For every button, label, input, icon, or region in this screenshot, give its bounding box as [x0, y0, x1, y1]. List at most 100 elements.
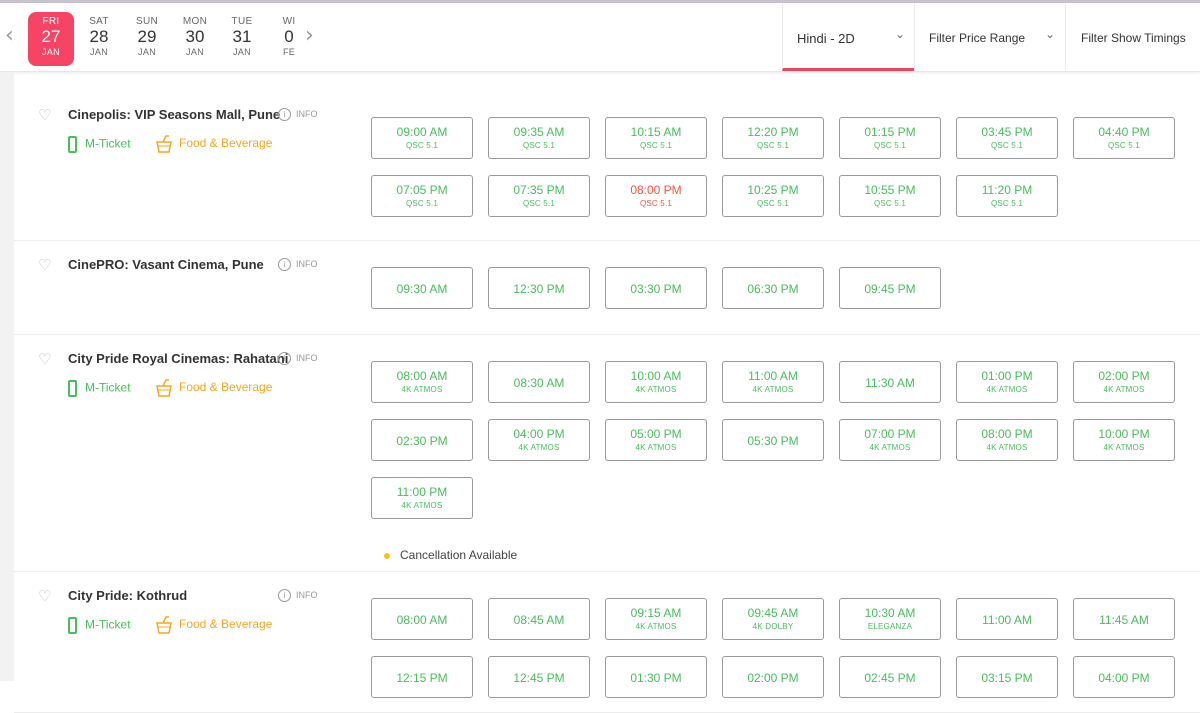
mticket-feature: M-Ticket [68, 136, 131, 153]
prev-date-icon[interactable]: ‹ [5, 23, 14, 48]
date-day: 27 [41, 27, 61, 46]
showtime-button[interactable]: 09:15 AM 4K ATMOS [605, 598, 707, 640]
showtime-button[interactable]: 04:00 PM [1073, 656, 1175, 698]
showtime-format: ELEGANZA [867, 622, 913, 631]
showtime-button[interactable]: 08:00 AM [371, 598, 473, 640]
showtime-button[interactable]: 03:15 PM [956, 656, 1058, 698]
showtime-button[interactable]: 08:00 AM 4K ATMOS [371, 361, 473, 403]
showtime-button[interactable]: 10:00 AM 4K ATMOS [605, 361, 707, 403]
mticket-label: M-Ticket [85, 136, 131, 151]
showtime-button[interactable]: 02:30 PM [371, 419, 473, 461]
venue-info-button[interactable]: i INFO [278, 352, 318, 365]
showtime-time: 04:00 PM [513, 427, 565, 441]
showtime-button[interactable]: 01:15 PM QSC 5.1 [839, 117, 941, 159]
showtime-button[interactable]: 04:00 PM 4K ATMOS [488, 419, 590, 461]
showtime-button[interactable]: 12:20 PM QSC 5.1 [722, 117, 824, 159]
showtime-button[interactable]: 10:25 PM QSC 5.1 [722, 175, 824, 217]
showtime-button[interactable]: 11:00 AM 4K ATMOS [722, 361, 824, 403]
showtime-button[interactable]: 02:45 PM [839, 656, 941, 698]
showtime-button[interactable]: 02:00 PM 4K ATMOS [1073, 361, 1175, 403]
showtime-time: 09:00 AM [396, 125, 448, 139]
venue-name[interactable]: Cinepolis: VIP Seasons Mall, Pune [68, 107, 280, 122]
mticket-label: M-Ticket [85, 617, 131, 632]
date-weekday: WI [282, 16, 296, 27]
showtime-button[interactable]: 04:40 PM QSC 5.1 [1073, 117, 1175, 159]
showtime-button[interactable]: 03:45 PM QSC 5.1 [956, 117, 1058, 159]
showtime-button[interactable]: 12:15 PM [371, 656, 473, 698]
price-range-filter[interactable]: Filter Price Range ⌄ [914, 3, 1066, 71]
showtime-time: 02:00 PM [747, 671, 799, 685]
showtime-button[interactable]: 09:45 PM [839, 267, 941, 309]
showtime-format: QSC 5.1 [522, 141, 556, 150]
show-timings-filter[interactable]: Filter Show Timings [1065, 3, 1200, 71]
showtime-button[interactable]: 07:00 PM 4K ATMOS [839, 419, 941, 461]
info-icon: i [278, 352, 291, 365]
showtime-button[interactable]: 12:45 PM [488, 656, 590, 698]
showtime-button[interactable]: 05:30 PM [722, 419, 824, 461]
showtime-button[interactable]: 11:00 PM 4K ATMOS [371, 477, 473, 519]
language-format-filter[interactable]: Hindi - 2D ⌄ [782, 3, 915, 71]
venue-info-button[interactable]: i INFO [278, 258, 318, 271]
showtime-button[interactable]: 08:00 PM 4K ATMOS [956, 419, 1058, 461]
showtime-button[interactable]: 05:00 PM 4K ATMOS [605, 419, 707, 461]
showtime-time: 02:30 PM [396, 434, 448, 448]
heart-icon[interactable]: ♡ [38, 351, 54, 367]
date-mon[interactable]: MON 30 JAN [172, 12, 218, 66]
venue-name[interactable]: City Pride Royal Cinemas: Rahatani [68, 351, 288, 366]
date-wi[interactable]: WI 0 FE [266, 12, 298, 66]
showtime-button[interactable]: 07:05 PM QSC 5.1 [371, 175, 473, 217]
showtime-format: QSC 5.1 [756, 141, 790, 150]
showtime-button[interactable]: 12:30 PM [488, 267, 590, 309]
showtime-button[interactable]: 11:30 AM [839, 361, 941, 403]
venue-name[interactable]: City Pride: Kothrud [68, 588, 187, 603]
date-weekday: MON [182, 16, 208, 27]
showtime-time: 02:45 PM [864, 671, 916, 685]
date-tue[interactable]: TUE 31 JAN [219, 12, 265, 66]
showtime-button[interactable]: 08:00 PM QSC 5.1 [605, 175, 707, 217]
showtime-button[interactable]: 11:00 AM [956, 598, 1058, 640]
mticket-label: M-Ticket [85, 380, 131, 395]
showtime-button[interactable]: 11:20 PM QSC 5.1 [956, 175, 1058, 217]
showtime-button[interactable]: 11:45 AM [1073, 598, 1175, 640]
mticket-feature: M-Ticket [68, 617, 131, 634]
showtime-button[interactable]: 09:45 AM 4K DOLBY [722, 598, 824, 640]
showtime-button[interactable]: 01:00 PM 4K ATMOS [956, 361, 1058, 403]
food-beverage-feature: Food & Beverage [154, 615, 272, 635]
date-sun[interactable]: SUN 29 JAN [124, 12, 170, 66]
next-date-icon[interactable]: › [305, 23, 314, 48]
showtime-button[interactable]: 01:30 PM [605, 656, 707, 698]
venue-info-button[interactable]: i INFO [278, 589, 318, 602]
info-icon: i [278, 108, 291, 121]
food-beverage-label: Food & Beverage [179, 380, 273, 395]
date-fri[interactable]: FRI 27 JAN [28, 12, 74, 66]
showtime-button[interactable]: 06:30 PM [722, 267, 824, 309]
heart-icon[interactable]: ♡ [38, 257, 54, 273]
showtime-button[interactable]: 08:45 AM [488, 598, 590, 640]
showtime-button[interactable]: 10:15 AM QSC 5.1 [605, 117, 707, 159]
venue-row: ♡ City Pride Royal Cinemas: Rahatani i INFO… [14, 335, 1200, 572]
date-sat[interactable]: SAT 28 JAN [76, 12, 122, 66]
info-label: INFO [296, 258, 318, 269]
showtime-format: 4K ATMOS [1103, 443, 1145, 452]
showtime-format: 4K ATMOS [635, 443, 677, 452]
showtime-button[interactable]: 09:00 AM QSC 5.1 [371, 117, 473, 159]
showtime-button[interactable]: 09:35 AM QSC 5.1 [488, 117, 590, 159]
showtime-button[interactable]: 10:00 PM 4K ATMOS [1073, 419, 1175, 461]
showtime-button[interactable]: 07:35 PM QSC 5.1 [488, 175, 590, 217]
showtime-format: QSC 5.1 [405, 199, 439, 208]
showtime-time: 03:15 PM [981, 671, 1033, 685]
showtime-button[interactable]: 10:55 PM QSC 5.1 [839, 175, 941, 217]
mticket-feature: M-Ticket [68, 380, 131, 397]
showtime-button[interactable]: 03:30 PM [605, 267, 707, 309]
showtime-format: 4K ATMOS [401, 385, 443, 394]
chevron-down-icon: ⌄ [895, 27, 906, 41]
venue-info-button[interactable]: i INFO [278, 108, 318, 121]
showtime-button[interactable]: 08:30 AM [488, 361, 590, 403]
heart-icon[interactable]: ♡ [38, 588, 54, 604]
heart-icon[interactable]: ♡ [38, 107, 54, 123]
showtime-button[interactable]: 09:30 AM [371, 267, 473, 309]
showtime-button[interactable]: 10:30 AM ELEGANZA [839, 598, 941, 640]
venue-name[interactable]: CinePRO: Vasant Cinema, Pune [68, 257, 264, 272]
showtime-button[interactable]: 02:00 PM [722, 656, 824, 698]
showtime-time: 09:15 AM [630, 606, 682, 620]
